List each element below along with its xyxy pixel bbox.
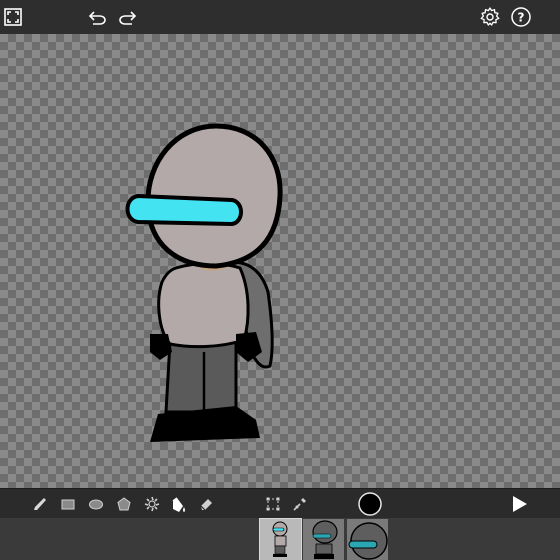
frame-preview [312, 520, 338, 559]
settings-icon [480, 7, 500, 26]
redo-button[interactable] [116, 5, 140, 29]
ellipse-icon [89, 499, 103, 510]
brush-tool[interactable] [29, 493, 51, 515]
character-drawing [125, 123, 283, 442]
undo-button[interactable] [85, 5, 109, 29]
rectangle-tool[interactable] [57, 493, 79, 515]
help-button[interactable]: ? [509, 5, 533, 29]
settings-button[interactable] [478, 5, 502, 29]
play-button[interactable] [507, 493, 531, 515]
drawing-toolbar [0, 488, 560, 519]
character-pants [164, 340, 238, 414]
stamp-tool[interactable] [141, 493, 163, 515]
redo-icon [119, 11, 137, 25]
rectangle-icon [61, 499, 75, 510]
color-swatch-button[interactable] [357, 491, 383, 517]
fill-bucket-icon [172, 497, 185, 512]
help-glyph: ? [518, 11, 525, 25]
eyedropper-icon [293, 498, 306, 511]
frame-preview [348, 522, 388, 560]
fill-bucket-tool[interactable] [166, 493, 190, 515]
polygon-icon [117, 497, 131, 511]
top-bar: ? [0, 0, 560, 34]
polygon-tool[interactable] [113, 493, 135, 515]
fullscreen-button[interactable] [1, 5, 25, 29]
help-icon: ? [511, 7, 531, 27]
eyedropper-tool[interactable] [289, 493, 311, 515]
frame-thumbnail[interactable] [347, 519, 388, 560]
selection-tool[interactable] [262, 493, 284, 515]
fullscreen-icon [4, 8, 22, 26]
stamp-icon [144, 496, 160, 512]
frame-preview [272, 521, 288, 557]
undo-icon [88, 11, 106, 25]
frame-thumbnail[interactable] [303, 519, 344, 560]
color-swatch [358, 492, 382, 516]
play-icon [513, 496, 527, 512]
character-torso [157, 262, 250, 349]
character-visor [125, 193, 243, 227]
drawing-canvas[interactable] [0, 34, 560, 488]
brush-icon [34, 498, 46, 510]
eraser-tool[interactable] [195, 493, 217, 515]
frame-thumbnail[interactable] [259, 518, 302, 560]
selection-icon [266, 497, 280, 511]
eraser-icon [200, 499, 212, 511]
frame-strip [0, 518, 560, 560]
ellipse-tool[interactable] [85, 493, 107, 515]
